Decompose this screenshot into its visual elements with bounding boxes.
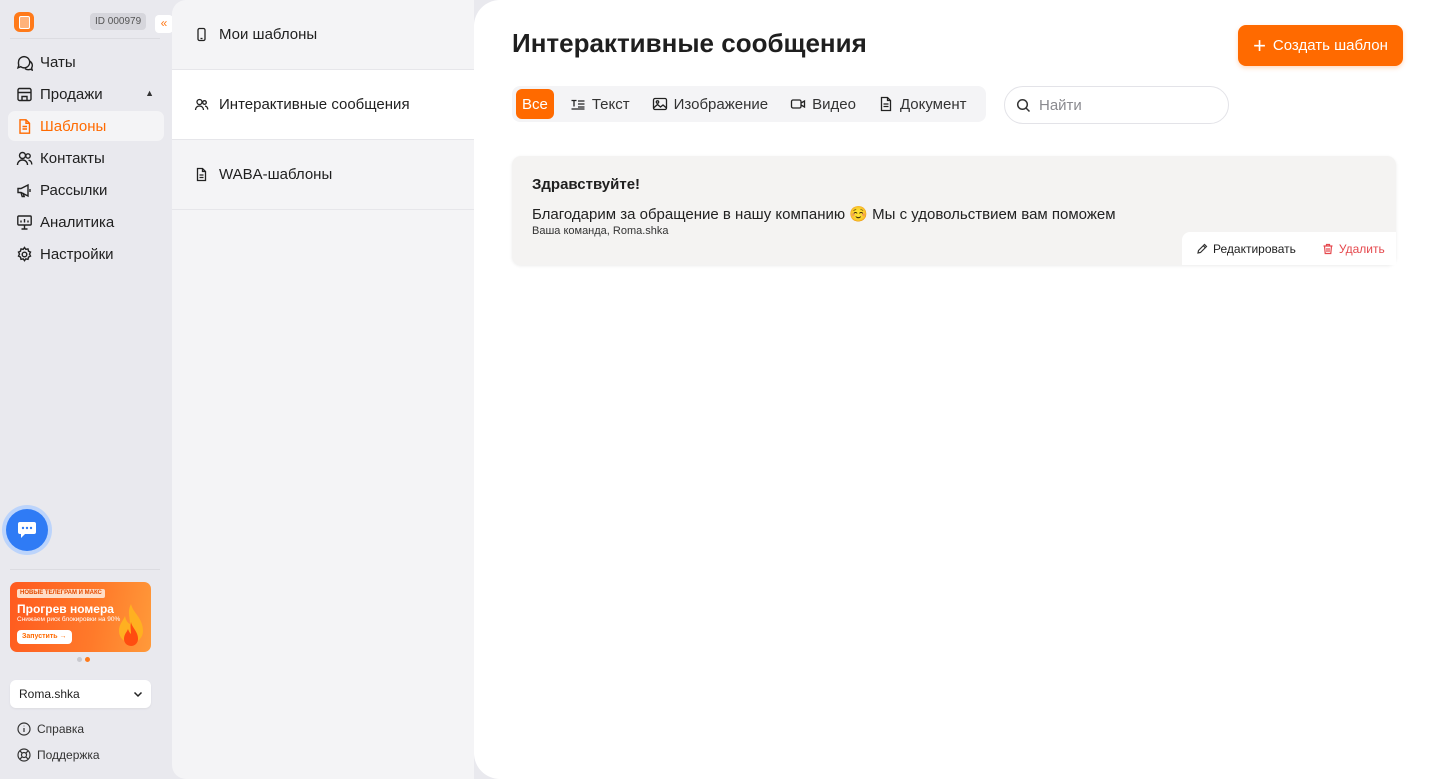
search-icon: [1016, 98, 1031, 112]
carousel-dots: [77, 657, 90, 662]
create-template-label: Создать шаблон: [1272, 37, 1388, 54]
filter-label: Все: [522, 95, 548, 113]
filter-label: Документ: [899, 95, 967, 113]
card-signature: Ваша команда, Roma.shka: [532, 225, 669, 237]
document-icon: [878, 96, 894, 112]
carousel-dot-active[interactable]: [85, 657, 90, 662]
video-icon: [790, 96, 806, 112]
pencil-icon: [1196, 243, 1208, 255]
filter-all[interactable]: Все: [516, 89, 554, 119]
support-link[interactable]: Поддержка: [17, 748, 100, 762]
account-name: Roma.shka: [19, 687, 80, 701]
edit-label: Редактировать: [1213, 241, 1296, 256]
edit-button[interactable]: Редактировать: [1196, 242, 1296, 256]
create-template-button[interactable]: + Создать шаблон: [1238, 25, 1403, 66]
app-logo[interactable]: [14, 12, 34, 32]
phone-icon: [194, 27, 209, 42]
text-icon: [570, 96, 586, 112]
filter-label: Видео: [812, 95, 856, 113]
delete-label: Удалить: [1338, 241, 1385, 256]
search-field[interactable]: [1004, 86, 1229, 124]
nav-label: Контакты: [40, 149, 105, 167]
nav-label: Настройки: [40, 245, 114, 263]
filter-image[interactable]: Изображение: [646, 89, 775, 119]
subnav-my-templates[interactable]: Мои шаблоны: [172, 0, 474, 70]
promo-launch-button[interactable]: Запустить →: [17, 630, 72, 644]
account-selector[interactable]: Roma.shka: [10, 680, 151, 708]
template-card[interactable]: Здравствуйте! Благодарим за обращение в …: [512, 156, 1396, 265]
chevron-down-icon: [133, 691, 143, 698]
page-title: Интерактивные сообщения: [512, 28, 867, 58]
nav-label: Чаты: [40, 53, 76, 71]
plus-icon: +: [1253, 32, 1266, 58]
card-text: Благодарим за обращение в нашу компанию …: [532, 206, 1116, 223]
megaphone-icon: [16, 182, 33, 199]
support-label: Поддержка: [37, 748, 100, 762]
gear-icon: [16, 245, 33, 263]
divider: [10, 569, 160, 570]
image-icon: [652, 96, 668, 112]
nav-item-chats[interactable]: Чаты: [8, 47, 164, 77]
subnav-label: WABA-шаблоны: [219, 166, 333, 183]
nav-label: Продажи: [40, 85, 103, 103]
nav-item-contacts[interactable]: Контакты: [8, 143, 164, 173]
sidebar: ID 000979 « Чаты Продажи ▲ Шаблоны Конта…: [0, 0, 173, 779]
chat-icon: [16, 54, 33, 71]
delete-button[interactable]: Удалить: [1322, 242, 1385, 256]
promo-subtitle: Снижаем риск блокировки на 90%: [17, 616, 121, 623]
subnav-label: Интерактивные сообщения: [219, 96, 410, 113]
templates-subnav: Мои шаблоны Интерактивные сообщения WABA…: [172, 0, 474, 779]
info-icon: [17, 722, 31, 736]
trash-icon: [1322, 243, 1334, 255]
collapse-sidebar-button[interactable]: «: [155, 15, 173, 33]
promo-banner[interactable]: НОВЫЕ ТЕЛЕГРАМ И МАКС Прогрев номера Сни…: [10, 582, 151, 652]
nav-item-mailings[interactable]: Рассылки: [8, 175, 164, 205]
main-content: Интерактивные сообщения + Создать шаблон…: [474, 0, 1440, 779]
promo-title: Прогрев номера: [17, 602, 114, 616]
filter-document[interactable]: Документ: [872, 89, 973, 119]
support-chat-button[interactable]: [6, 509, 48, 551]
filter-video[interactable]: Видео: [784, 89, 862, 119]
card-actions: Редактировать Удалить: [1182, 232, 1396, 265]
subnav-waba-templates[interactable]: WABA-шаблоны: [172, 140, 474, 210]
nav-label: Аналитика: [40, 213, 115, 231]
nav-item-analytics[interactable]: Аналитика: [8, 207, 164, 237]
promo-tag: НОВЫЕ ТЕЛЕГРАМ И МАКС: [17, 589, 105, 598]
nav-label: Рассылки: [40, 181, 108, 199]
users-icon: [194, 97, 209, 112]
nav-item-settings[interactable]: Настройки: [8, 239, 164, 269]
type-filter-tabs: Все Текст Изображение Видео Документ: [512, 86, 986, 122]
filter-label: Изображение: [673, 95, 769, 113]
nav-item-templates[interactable]: Шаблоны: [8, 111, 164, 141]
flame-icon: [119, 604, 143, 646]
main-nav: Чаты Продажи ▲ Шаблоны Контакты Рассылки…: [8, 47, 164, 271]
nav-label: Шаблоны: [40, 117, 107, 135]
chat-bubble-icon: [18, 522, 36, 538]
carousel-dot[interactable]: [77, 657, 82, 662]
help-link[interactable]: Справка: [17, 722, 84, 736]
template-icon: [16, 118, 33, 135]
lifebuoy-icon: [17, 748, 31, 762]
caret-up-icon[interactable]: ▲: [145, 88, 154, 98]
filter-text[interactable]: Текст: [564, 89, 636, 119]
document-icon: [194, 167, 209, 182]
subnav-interactive-messages[interactable]: Интерактивные сообщения: [172, 70, 474, 140]
analytics-icon: [16, 214, 33, 231]
divider: [10, 38, 160, 39]
nav-item-sales[interactable]: Продажи ▲: [8, 79, 164, 109]
help-label: Справка: [37, 722, 85, 736]
store-icon: [16, 86, 33, 103]
account-id-badge: ID 000979: [90, 13, 147, 30]
filter-label: Текст: [591, 95, 630, 113]
search-input[interactable]: [1039, 96, 1209, 114]
contacts-icon: [16, 150, 33, 167]
subnav-label: Мои шаблоны: [219, 26, 318, 43]
card-title: Здравствуйте!: [532, 176, 641, 193]
